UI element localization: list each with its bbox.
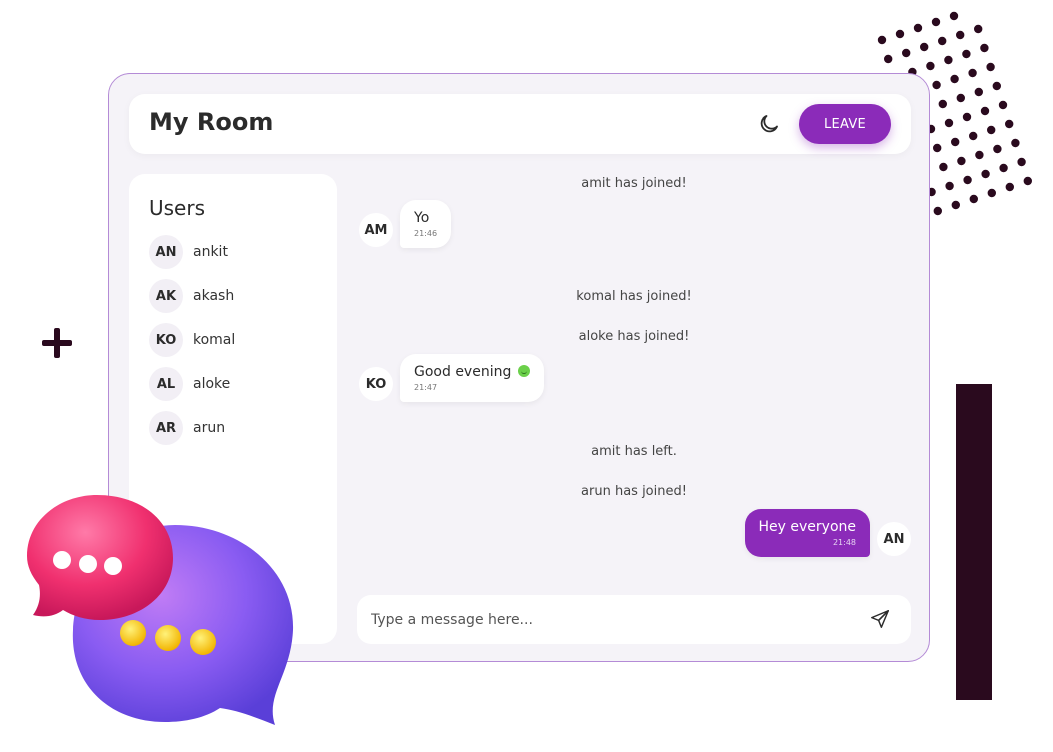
user-item-ankit[interactable]: AN ankit: [149, 230, 235, 274]
system-message: amit has joined!: [581, 176, 687, 191]
moon-icon[interactable]: [757, 112, 781, 136]
decoration-dot: [1017, 157, 1026, 167]
leave-button[interactable]: LEAVE: [799, 104, 891, 144]
decoration-dot: [1011, 138, 1020, 148]
decoration-dot: [975, 150, 984, 160]
message-bubble: Yo 21:46: [400, 200, 452, 248]
decoration-dot: [932, 80, 941, 90]
decoration-dot: [962, 49, 971, 59]
decoration-dot: [951, 200, 960, 210]
decoration-dot: [933, 143, 942, 153]
message-row: AM Yo 21:46: [359, 200, 452, 248]
decoration-dot: [1023, 176, 1032, 186]
avatar: AN: [149, 235, 183, 269]
message-row-own: AN Hey everyone 21:48: [744, 509, 911, 557]
decoration-dot: [974, 24, 983, 34]
user-name: arun: [193, 420, 226, 436]
message-composer: [357, 595, 911, 644]
decoration-dot: [933, 206, 942, 216]
message-time: 21:46: [414, 229, 438, 238]
user-name: aloke: [193, 376, 231, 392]
message-text: Good evening: [414, 364, 530, 380]
decoration-dot: [902, 48, 911, 58]
decoration-dot: [1005, 182, 1014, 192]
user-item-arun[interactable]: AR arun: [149, 406, 235, 450]
message-bubble-own: Hey everyone 21:48: [744, 509, 870, 557]
decoration-dot: [969, 194, 978, 204]
decoration-dot: [993, 144, 1002, 154]
system-message: arun has joined!: [581, 484, 687, 499]
user-list: AN ankit AK akash KO komal AL aloke AR a…: [149, 230, 235, 450]
plus-icon: [40, 326, 74, 360]
system-message: komal has joined!: [576, 289, 692, 304]
user-item-aloke[interactable]: AL aloke: [149, 362, 235, 406]
decoration-dot: [939, 162, 948, 172]
decoration-dot: [992, 81, 1001, 91]
decoration-dot: [913, 23, 923, 33]
decoration-dot: [987, 188, 996, 198]
user-item-akash[interactable]: AK akash: [149, 274, 235, 318]
avatar: KO: [149, 323, 183, 357]
decoration-dot: [987, 125, 996, 135]
decoration-dot: [944, 118, 954, 128]
system-message: aloke has joined!: [578, 329, 690, 344]
room-header: My Room LEAVE: [129, 94, 911, 154]
decoration-dot: [951, 137, 960, 147]
decoration-dot: [986, 62, 995, 72]
decoration-dot: [931, 17, 941, 27]
decoration-dot: [963, 175, 972, 185]
decoration-dot: [998, 100, 1008, 110]
avatar: AL: [149, 367, 183, 401]
decoration-dot: [926, 61, 935, 71]
decoration-dot: [974, 87, 983, 97]
room-title: My Room: [149, 108, 274, 136]
users-title: Users: [149, 196, 206, 220]
decoration-dot: [956, 93, 965, 103]
avatar: KO: [359, 367, 393, 401]
decoration-dot: [980, 106, 990, 116]
decoration-dot: [1005, 119, 1014, 129]
user-name: ankit: [193, 244, 228, 260]
message-row: KO Good evening 21:47: [359, 354, 544, 402]
decoration-dot: [895, 29, 905, 39]
decoration-dot: [981, 169, 990, 179]
decoration-dot: [956, 30, 965, 40]
avatar: AM: [359, 213, 393, 247]
decoration-dot: [884, 54, 893, 64]
avatar: AN: [877, 522, 911, 556]
message-text: Yo: [414, 210, 430, 226]
message-bubble: Good evening 21:47: [400, 354, 544, 402]
decoration-dot: [945, 181, 954, 191]
decoration-dot: [957, 156, 966, 166]
decoration-dot: [950, 74, 959, 84]
avatar: AR: [149, 411, 183, 445]
message-text-content: Good evening: [414, 364, 512, 380]
message-time: 21:47: [414, 383, 438, 392]
decoration-dot: [968, 68, 977, 78]
system-message: amit has left.: [591, 444, 677, 459]
chat-bubbles-illustration: [27, 495, 294, 725]
user-name: komal: [193, 332, 236, 348]
decoration-dot: [920, 42, 929, 52]
decoration-dot: [969, 131, 978, 141]
decoration-dot: [938, 99, 947, 109]
user-item-komal[interactable]: KO komal: [149, 318, 235, 362]
vertical-bar-decoration: [956, 384, 992, 700]
user-name: akash: [193, 288, 235, 304]
message-text: Hey everyone: [758, 519, 856, 535]
decoration-dot: [949, 11, 959, 21]
decoration-dot: [999, 163, 1008, 173]
chat-messages: amit has joined! AM Yo 21:46 komal has j…: [357, 174, 911, 589]
decoration-dot: [944, 55, 953, 65]
decoration-dot: [980, 43, 989, 53]
message-time: 21:48: [832, 538, 856, 547]
decoration-dot: [877, 35, 887, 45]
decoration-dot: [938, 36, 947, 46]
message-input[interactable]: [371, 607, 841, 633]
avatar: AK: [149, 279, 183, 313]
pink-bubble: [27, 495, 173, 620]
decoration-dot: [962, 112, 972, 122]
send-icon[interactable]: [869, 608, 891, 630]
smiley-emoji-icon: [517, 365, 530, 377]
